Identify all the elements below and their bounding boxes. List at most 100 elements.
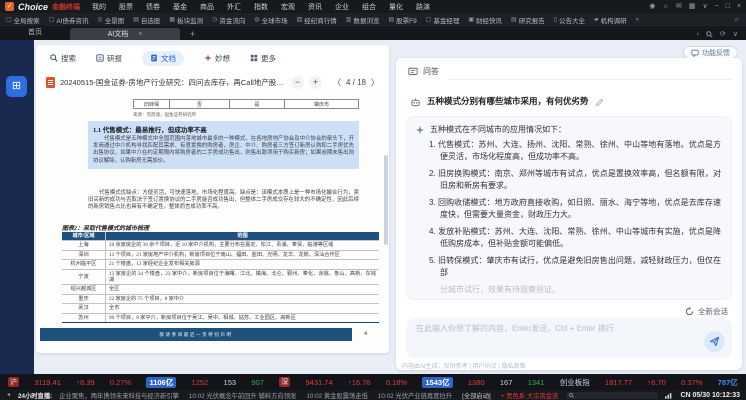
menu-item[interactable]: 宏观 — [281, 2, 295, 12]
city-cell: 杭州临平区 — [62, 260, 106, 268]
document-title[interactable]: 20240515-国金证券-房地产行业研究：四问去库存，再Call地产股底... — [60, 77, 286, 88]
menu-item[interactable]: 商品 — [200, 2, 214, 12]
toolbar-item[interactable]: ◍ 全球市场 — [254, 15, 287, 25]
document-scrollbar[interactable] — [384, 155, 388, 245]
column-header: 范围 — [106, 232, 379, 240]
toolbar-item-icon: ▤ — [511, 16, 517, 23]
market-index-bar[interactable]: 沪 3119.41 ↑8.39 0.27% 1106亿 1252 153 907… — [0, 374, 746, 390]
tab-report[interactable]: 研报 — [96, 53, 122, 64]
send-button[interactable] — [704, 331, 725, 352]
toolbar-item[interactable]: ◎ 全景图 — [98, 15, 125, 25]
toolbar-item[interactable]: ▥ 数据浏览 — [346, 15, 380, 25]
toolbar-gear-icon[interactable]: ☼ — [734, 16, 740, 23]
sz-index-change: ↑16.76 — [348, 378, 371, 387]
table-cell: 旧转保 — [134, 100, 170, 108]
ticker-item[interactable]: 10:02 黄金股震荡走低 — [306, 391, 368, 400]
tab-home[interactable]: 首页 — [0, 27, 70, 40]
toolbar-item[interactable]: ▦ 板块监测 — [169, 15, 203, 25]
quick-search-box[interactable] — [566, 392, 658, 399]
menu-item[interactable]: 股票 — [119, 2, 133, 12]
toolbar-item-icon: ▢ — [426, 16, 432, 23]
cyb-index-name: 创业板指 — [560, 377, 590, 388]
search-icon[interactable] — [706, 31, 713, 38]
menu-item[interactable]: 我的 — [92, 2, 106, 12]
pdf-page[interactable]: 旧转保 否 是 肇庆市 来源：克而瑞，国金证券研究所 1.1 代售模式：最易推行… — [40, 95, 385, 349]
tab-search-label: 搜索 — [61, 53, 76, 64]
toolbar-item[interactable]: ▢ 基金经理 — [426, 15, 460, 25]
menu-item[interactable]: 组合 — [362, 2, 376, 12]
ticker-mode[interactable]: [全部启动] — [462, 391, 491, 400]
toolbar-item[interactable]: ▧ 经纪商行情 — [297, 15, 337, 25]
ai-disclaimer: 内容由AI生成，仅供参考 | 用户协议 | 隐私政策 — [402, 361, 525, 370]
tab-more[interactable]: 更多 — [250, 53, 276, 64]
apps-grid-icon[interactable]: ▦ — [689, 2, 696, 12]
sz-down-count: 1341 — [528, 378, 545, 387]
toolbar-item-icon: ◍ — [254, 16, 259, 23]
chevron-down-icon[interactable]: ∨ — [702, 2, 707, 12]
menu-item[interactable]: 外汇 — [227, 2, 241, 12]
tab-document[interactable]: 文档 — [142, 51, 184, 66]
search-icon — [569, 393, 574, 398]
minimize-button[interactable]: − — [715, 2, 719, 12]
menu-item[interactable]: 资讯 — [308, 2, 322, 12]
toolbar-overflow-icon[interactable]: » — [636, 17, 639, 23]
chevron-down-icon[interactable]: ∨ — [733, 30, 738, 38]
toolbar-item-icon: ▥ — [346, 16, 352, 23]
new-tab-button[interactable]: + — [190, 29, 195, 40]
tab-close-icon[interactable]: × — [138, 31, 142, 38]
toolbar-item[interactable]: ▣ 财经快讯 — [468, 15, 502, 25]
toolbar-item-icon: ▰ — [594, 16, 599, 23]
refresh-icon[interactable]: ⟳ — [720, 30, 726, 38]
edit-icon[interactable] — [595, 98, 604, 107]
next-page-button[interactable]: 〉 — [371, 77, 379, 88]
table-row: 武汉 全市 — [62, 303, 379, 312]
toolbar-item[interactable]: ▤ 股票F9 — [388, 15, 416, 25]
user-icon[interactable]: ◉ — [649, 2, 655, 12]
menu-item[interactable]: 路演 — [416, 2, 430, 12]
tab-report-label: 研报 — [107, 53, 122, 64]
sz-up-count: 1380 — [468, 378, 485, 387]
back-icon[interactable]: ‹ — [697, 31, 699, 38]
source-note: 来源：克而瑞，国金证券研究所 — [133, 112, 196, 118]
sz-index-badge: 深 — [279, 377, 290, 387]
news-ticker-bar: ◄ 24小时直播: 企业聚焦，两年携领未来科技与经济新引擎 10:02 光伏概念… — [0, 390, 746, 400]
ticker-hot-topic[interactable]: + 黑色系 大宗资金流出 — [501, 391, 560, 400]
menu-item[interactable]: 基金 — [173, 2, 187, 12]
menu-item[interactable]: 债券 — [146, 2, 160, 12]
maximize-button[interactable]: □ — [726, 2, 730, 12]
prev-page-button[interactable]: 〈 — [333, 77, 341, 88]
toolbar-item[interactable]: ▤ 自选股 — [133, 15, 160, 25]
toolbar-item[interactable]: ◷ 资金流向 — [212, 15, 245, 25]
scope-cell: 20 余家房企的 30 余个项目，近 10 家中介机构，主要分布在嘉定、松江、青… — [106, 241, 379, 249]
city-cell: 武汉 — [62, 304, 106, 312]
answer-list: 1. 代售模式：苏州、大连、扬州、沈阳、常熟、徐州、中山等地有落地。优点是方便灵… — [429, 139, 721, 279]
ticker-label: 24小时直播: — [18, 391, 52, 400]
ticker-items[interactable]: 企业聚焦，两年携领未来科技与经济新引擎 10:02 光伏概念午前回升 辅料方向领… — [59, 391, 559, 400]
page-navigation: 〈 4 / 18 〉 — [333, 77, 379, 88]
toolbar-item[interactable]: ▤ 研究报告 — [511, 15, 545, 25]
ticker-item[interactable]: 企业聚焦，两年携领未来科技与经济新引擎 — [59, 391, 179, 400]
toolbar-item[interactable]: ▢ AI债券资讯 — [49, 15, 89, 25]
zoom-out-button[interactable]: − — [291, 76, 304, 89]
qa-header: 问答 — [408, 66, 439, 77]
tab-search[interactable]: 搜索 — [50, 53, 76, 64]
menu-item[interactable]: 指数 — [254, 2, 268, 12]
zoom-in-button[interactable]: + — [309, 76, 322, 89]
toolbar-item[interactable]: ▯ 公告大全 — [554, 15, 585, 25]
new-session-button[interactable]: 全新会话 — [685, 306, 728, 317]
mail-icon[interactable]: ✉ — [676, 2, 682, 12]
add-document-button[interactable]: ⊞ — [6, 76, 27, 97]
gear-icon[interactable]: ☼ — [663, 2, 669, 12]
tab-ai-document[interactable]: AI文档 × — [70, 28, 180, 40]
toolbar-item[interactable]: ▢ 全局搜索 — [6, 15, 40, 25]
toolbar-item[interactable]: ▰ 机构调研 — [594, 15, 627, 25]
search-icon — [50, 54, 58, 62]
ticker-item[interactable]: 10:02 光伏产业链再度拉升 — [378, 391, 452, 400]
menu-item[interactable]: 企业 — [335, 2, 349, 12]
menu-item[interactable]: 量化 — [389, 2, 403, 12]
ticker-item[interactable]: 10:02 光伏概念午前回升 辅料方向领涨 — [189, 391, 296, 400]
table-row: 重庆 22 家房企的 75 个项目，8 家中介 — [62, 294, 379, 303]
close-button[interactable]: × — [737, 2, 741, 12]
chat-input[interactable] — [416, 324, 692, 333]
tab-magic[interactable]: 妙想 — [204, 53, 230, 64]
